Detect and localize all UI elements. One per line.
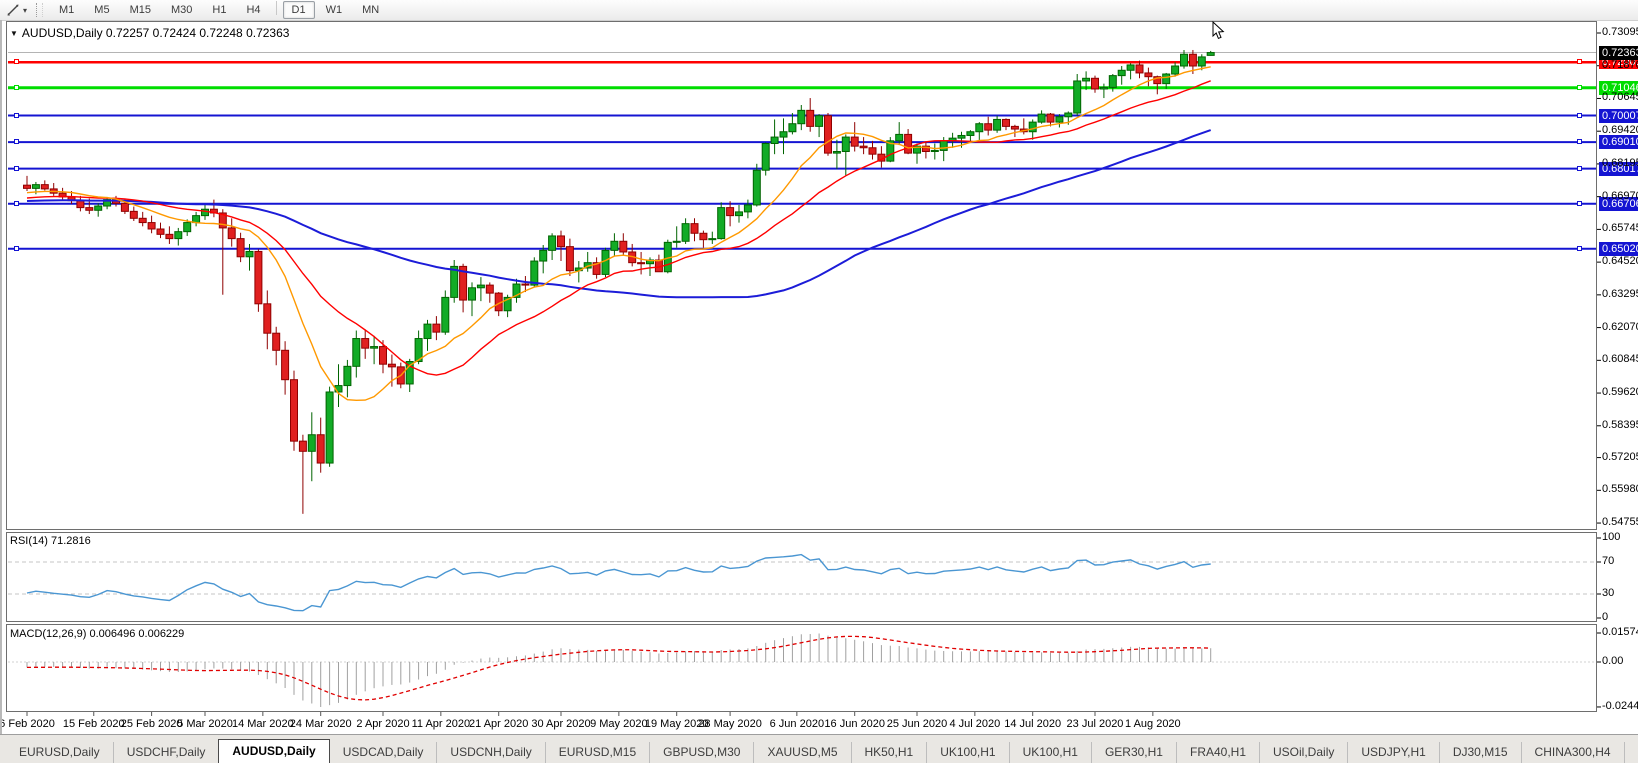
chart-tab-dj30-m15[interactable]: DJ30,M15	[1439, 742, 1521, 763]
crosshair-tool-icon[interactable]	[4, 2, 22, 18]
date-axis-label: 1 Aug 2020	[1113, 718, 1193, 730]
price-axis-label: 0.66970	[1602, 190, 1638, 202]
hline-price-badge: 0.68017	[1599, 162, 1638, 176]
price-axis-label: 0.65745	[1602, 222, 1638, 234]
chart-tab-china300-h4[interactable]: CHINA300,H4	[1521, 742, 1624, 763]
toolbar-separator	[276, 1, 277, 15]
hline-price-badge: 0.72001	[1599, 55, 1638, 69]
macd-axis-label: -0.02441	[1602, 700, 1638, 712]
macd-axis-label: 0.015741	[1602, 626, 1638, 638]
timeframe-button-m30[interactable]: M30	[162, 1, 201, 19]
timeframe-button-w1[interactable]: W1	[317, 1, 352, 19]
window-left-edge	[0, 20, 2, 734]
price-axis-label: 0.69420	[1602, 124, 1638, 136]
price-axis-label: 0.63295	[1602, 288, 1638, 300]
timeframe-button-m5[interactable]: M5	[85, 1, 118, 19]
chart-tab-hk50-h1[interactable]: HK50,H1	[851, 742, 927, 763]
timeframe-button-m1[interactable]: M1	[50, 1, 83, 19]
current-price-badge: 0.72363	[1599, 46, 1638, 60]
price-axis-label: 0.70645	[1602, 91, 1638, 103]
rsi-axis-label: 100	[1602, 531, 1620, 543]
rsi-indicator-panel[interactable]	[6, 532, 1597, 622]
main-chart-panel[interactable]	[6, 21, 1597, 530]
price-axis-label: 0.55980	[1602, 483, 1638, 495]
timeframe-button-mn[interactable]: MN	[353, 1, 388, 19]
macd-axis-label: 0.00	[1602, 655, 1623, 667]
chart-tab-uk100-h1[interactable]: UK100,H1	[1009, 742, 1091, 763]
chart-tab-usdjpy-h1[interactable]: USDJPY,H1	[1347, 742, 1438, 763]
chart-tab-usdchf-daily[interactable]: USDCHF,Daily	[113, 742, 219, 763]
price-axis-label: 0.58395	[1602, 419, 1638, 431]
hline-price-badge: 0.70007	[1599, 109, 1638, 123]
chart-tab-ger30-h1[interactable]: GER30,H1	[1091, 742, 1176, 763]
mt4-chart-window: ▾ M1M5M15M30H1H4D1W1MN ▼AUDUSD,Daily 0.7…	[0, 0, 1638, 763]
rsi-axis-label: 0	[1602, 611, 1608, 623]
timeframe-button-d1[interactable]: D1	[283, 1, 315, 19]
chart-tab-eurusd-daily[interactable]: EURUSD,Daily	[6, 742, 113, 763]
hline-price-badge: 0.65020	[1599, 242, 1638, 256]
chart-tab-fra40-h1[interactable]: FRA40,H1	[1176, 742, 1259, 763]
price-axis-label: 0.68195	[1602, 157, 1638, 169]
rsi-axis-label: 70	[1602, 555, 1614, 567]
chart-tab-gbpusd-m30[interactable]: GBPUSD,M30	[649, 742, 753, 763]
timeframe-buttons: M1M5M15M30H1H4 D1W1MN	[49, 1, 389, 19]
timeframe-button-h4[interactable]: H4	[237, 1, 269, 19]
price-axis-label: 0.54755	[1602, 516, 1638, 528]
chart-tab-usdcnh-daily[interactable]: USDCNH,Daily	[436, 742, 544, 763]
toolbar-grip[interactable]	[36, 3, 43, 17]
price-axis-label: 0.60845	[1602, 353, 1638, 365]
hline-price-badge: 0.71046	[1599, 81, 1638, 95]
price-axis-label: 0.64520	[1602, 255, 1638, 267]
price-axis-label: 0.62070	[1602, 321, 1638, 333]
chart-tab-uk100-h1[interactable]: UK100,H1	[926, 742, 1008, 763]
timeframe-button-m15[interactable]: M15	[121, 1, 160, 19]
chart-tab-xauusd-m5[interactable]: XAUUSD,M5	[753, 742, 850, 763]
date-axis[interactable]: 6 Feb 202015 Feb 202025 Feb 20205 Mar 20…	[6, 712, 1597, 734]
hline-price-badge: 0.69010	[1599, 135, 1638, 149]
chart-tab-audusd-daily[interactable]: AUDUSD,Daily	[218, 739, 329, 763]
rsi-axis-label: 30	[1602, 587, 1614, 599]
chart-tab-bar: EURUSD,DailyUSDCHF,DailyAUDUSD,DailyUSDC…	[0, 734, 1638, 763]
chart-tab-usoil-daily[interactable]: USOil,Daily	[1259, 742, 1347, 763]
chart-tab-usdcad-daily[interactable]: USDCAD,Daily	[330, 742, 437, 763]
chart-tab-usoil-h[interactable]: USOil,H	[1624, 742, 1638, 763]
chevron-down-icon[interactable]: ▾	[23, 6, 27, 15]
price-axis-label: 0.73095	[1602, 26, 1638, 38]
chart-tab-eurusd-m15[interactable]: EURUSD,M15	[545, 742, 649, 763]
price-axis-label: 0.57205	[1602, 451, 1638, 463]
timeframe-button-h1[interactable]: H1	[203, 1, 235, 19]
timeframe-toolbar: ▾ M1M5M15M30H1H4 D1W1MN	[0, 0, 1638, 21]
price-axis-label: 0.59620	[1602, 386, 1638, 398]
price-axis-label: 0.71870	[1602, 59, 1638, 71]
macd-indicator-panel[interactable]	[6, 624, 1597, 712]
hline-price-badge: 0.66706	[1599, 197, 1638, 211]
